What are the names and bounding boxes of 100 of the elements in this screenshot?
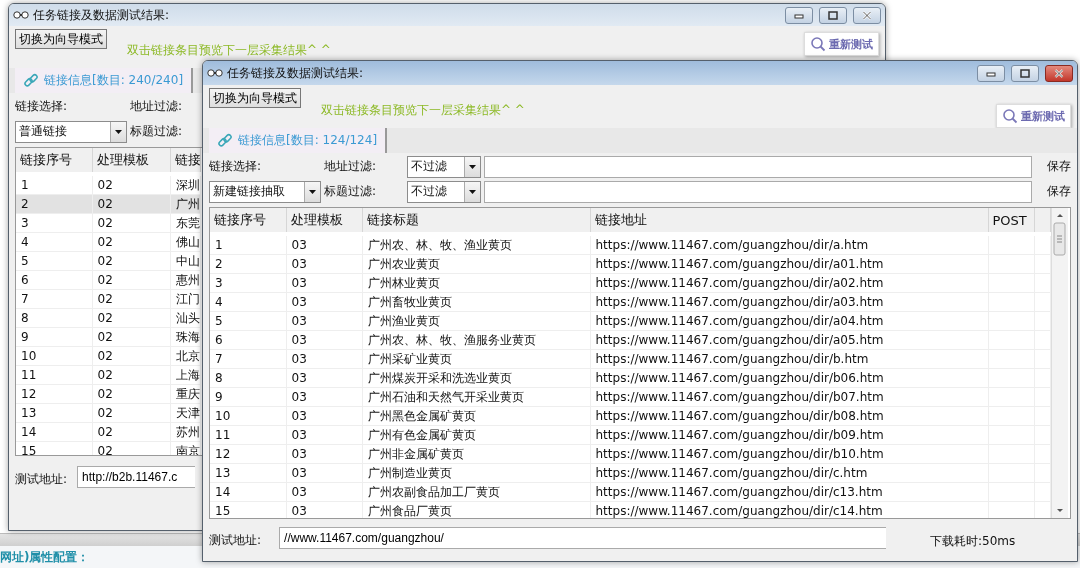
close-icon bbox=[1054, 68, 1064, 78]
table-cell: https://www.11467.com/guangzhou/dir/a02.htm bbox=[590, 273, 988, 293]
table-cell: https://www.11467.com/guangzhou/dir/a03.htm bbox=[590, 292, 988, 312]
table-cell: 广州黑色金属矿黄页 bbox=[362, 406, 590, 426]
table-cell: 上海 bbox=[170, 365, 200, 385]
link-icon bbox=[23, 72, 39, 89]
column-header[interactable]: 处理模板 bbox=[92, 148, 170, 174]
table-cell: 4 bbox=[210, 292, 286, 312]
mode-button[interactable]: 切换为向导模式 bbox=[15, 29, 107, 49]
table-cell: 13 bbox=[16, 403, 92, 423]
test-address-field[interactable]: //www.11467.com/guangzhou/ bbox=[279, 527, 887, 549]
table-cell: 14 bbox=[210, 482, 286, 502]
table-cell: 03 bbox=[286, 292, 362, 312]
retest-button[interactable]: 重新测试 bbox=[996, 104, 1071, 128]
table-cell: 02 bbox=[92, 365, 170, 385]
table-cell: 02 bbox=[92, 308, 170, 328]
table-cell: 天津 bbox=[170, 403, 200, 423]
table-cell: 9 bbox=[210, 387, 286, 407]
filter-dropdown[interactable]: 不过滤 bbox=[407, 180, 481, 203]
table-cell: 03 bbox=[286, 444, 362, 464]
link-select-dropdown[interactable]: 新建链接抽取 bbox=[209, 180, 321, 203]
table-cell: 5 bbox=[16, 251, 92, 271]
download-time: 下载耗时:50ms bbox=[930, 533, 1016, 550]
scroll-thumb[interactable] bbox=[1051, 222, 1068, 256]
table-cell: https://www.11467.com/guangzhou/dir/c14.htm bbox=[590, 501, 988, 518]
table-cell: 北京 bbox=[170, 346, 200, 366]
table-cell: 中山 bbox=[170, 251, 200, 271]
save-link[interactable]: 保存 bbox=[1035, 158, 1071, 175]
column-header[interactable]: 链接标题 bbox=[362, 208, 590, 234]
field-label: 地址过滤: bbox=[130, 98, 184, 115]
table-cell: https://www.11467.com/guangzhou/dir/a05.htm bbox=[590, 330, 988, 350]
column-header[interactable]: 链接地址 bbox=[590, 208, 988, 234]
table-cell: https://www.11467.com/guangzhou/dir/c13.htm bbox=[590, 482, 988, 502]
search-icon bbox=[1002, 108, 1018, 124]
column-header[interactable]: 处理模板 bbox=[286, 208, 362, 234]
retest-button[interactable]: 重新测试 bbox=[804, 32, 879, 56]
minimize-button[interactable] bbox=[785, 6, 813, 24]
hint-text: 双击链接条目预览下一层采集结果^ ^ bbox=[127, 42, 332, 59]
table-cell: 东莞 bbox=[170, 213, 200, 233]
column-header[interactable]: 链接序号 bbox=[210, 208, 286, 234]
table-cell: 10 bbox=[210, 406, 286, 426]
close-button[interactable] bbox=[853, 6, 881, 24]
table-cell: 03 bbox=[286, 387, 362, 407]
column-header[interactable]: 链接序号 bbox=[16, 148, 92, 174]
table-cell: https://www.11467.com/guangzhou/dir/b08.htm bbox=[590, 406, 988, 426]
save-link[interactable]: 保存 bbox=[1035, 183, 1071, 200]
field-label: 标题过滤: bbox=[324, 183, 378, 200]
table-cell: 广州采矿业黄页 bbox=[362, 349, 590, 369]
close-button[interactable] bbox=[1045, 64, 1073, 82]
maximize-button[interactable] bbox=[1011, 64, 1039, 82]
table-cell: 汕头 bbox=[170, 308, 200, 328]
table-cell: 02 bbox=[92, 384, 170, 404]
minimize-button[interactable] bbox=[977, 64, 1005, 82]
table-cell: 02 bbox=[92, 441, 170, 455]
table-cell: 03 bbox=[286, 406, 362, 426]
table-cell: https://www.11467.com/guangzhou/dir/b.htm bbox=[590, 349, 988, 369]
table-cell: 惠州 bbox=[170, 270, 200, 290]
table-cell: 03 bbox=[286, 234, 362, 255]
mode-button[interactable]: 切换为向导模式 bbox=[209, 88, 301, 108]
field-label: 链接选择: bbox=[15, 98, 69, 115]
caret-icon bbox=[464, 156, 480, 177]
search-icon bbox=[810, 36, 826, 52]
window-title: 任务链接及数据测试结果: bbox=[33, 6, 171, 24]
filter-field[interactable] bbox=[484, 180, 1032, 203]
caret-icon bbox=[464, 181, 480, 202]
test-address-field[interactable]: http://b2b.11467.c bbox=[77, 466, 196, 488]
table-cell: 广州石油和天然气开采业黄页 bbox=[362, 387, 590, 407]
link-select-dropdown[interactable]: 普通链接 bbox=[15, 120, 127, 143]
table-cell: https://www.11467.com/guangzhou/dir/b07.htm bbox=[590, 387, 988, 407]
table-cell: 12 bbox=[16, 384, 92, 404]
table-cell: 13 bbox=[210, 463, 286, 483]
table-cell: https://www.11467.com/guangzhou/dir/a01.htm bbox=[590, 254, 988, 274]
table-cell: 11 bbox=[210, 425, 286, 445]
table-cell: 6 bbox=[16, 270, 92, 290]
field-label: 测试地址: bbox=[209, 532, 262, 549]
caret-icon bbox=[110, 121, 126, 142]
table-cell: 广州煤炭开采和洗选业黄页 bbox=[362, 368, 590, 388]
table-cell: 11 bbox=[16, 365, 92, 385]
table-cell: 广州畜牧业黄页 bbox=[362, 292, 590, 312]
table-cell: 7 bbox=[16, 289, 92, 309]
table-cell: 3 bbox=[210, 273, 286, 293]
table-cell: 03 bbox=[286, 482, 362, 502]
table-cell: 广州渔业黄页 bbox=[362, 311, 590, 331]
table-cell: 广州农副食品加工厂黄页 bbox=[362, 482, 590, 502]
table-cell: https://www.11467.com/guangzhou/dir/b09.htm bbox=[590, 425, 988, 445]
table-cell: 8 bbox=[16, 308, 92, 328]
minimize-icon bbox=[794, 11, 804, 19]
table-cell: 02 bbox=[92, 232, 170, 252]
table-cell: 2 bbox=[210, 254, 286, 274]
minimize-icon bbox=[986, 69, 996, 77]
table-cell: 广州农、林、牧、渔服务业黄页 bbox=[362, 330, 590, 350]
table-cell: 广州林业黄页 bbox=[362, 273, 590, 293]
table-cell: 6 bbox=[210, 330, 286, 350]
maximize-button[interactable] bbox=[819, 6, 847, 24]
table-cell: 03 bbox=[286, 330, 362, 350]
filter-dropdown[interactable]: 不过滤 bbox=[407, 155, 481, 178]
table-cell: 15 bbox=[210, 501, 286, 518]
table-cell: 7 bbox=[210, 349, 286, 369]
filter-field[interactable] bbox=[484, 155, 1032, 178]
table-cell: 03 bbox=[286, 425, 362, 445]
